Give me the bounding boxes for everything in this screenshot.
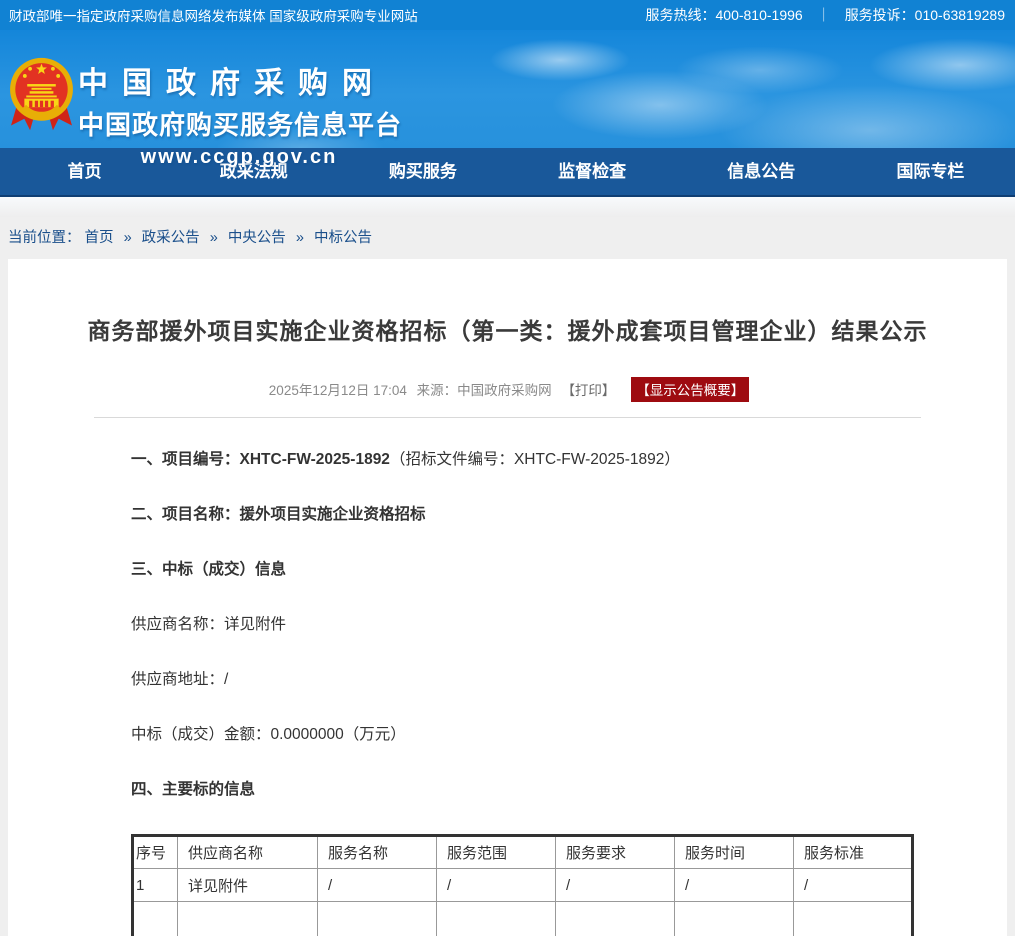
paragraph-award-amount: 中标（成交）金额：0.0000000（万元） <box>131 724 907 746</box>
article-source: 来源：中国政府采购网 <box>417 383 552 398</box>
nav-item-announcements[interactable]: 信息公告 <box>677 148 846 195</box>
breadcrumb-separator: » <box>118 230 138 246</box>
page-title: 商务部援外项目实施企业资格招标（第一类：援外成套项目管理企业）结果公示 <box>8 312 1007 346</box>
national-emblem-icon <box>8 55 75 135</box>
nav-item-international[interactable]: 国际专栏 <box>846 148 1015 195</box>
cell-empty <box>794 902 913 936</box>
table-header-row: 序号 供应商名称 服务名称 服务范围 服务要求 服务时间 服务标准 <box>133 836 913 869</box>
cell-service-standard: / <box>794 869 913 902</box>
paragraph-supplier-name: 供应商名称：详见附件 <box>131 614 907 636</box>
col-header-service-name: 服务名称 <box>318 836 437 869</box>
nav-fade-strip <box>0 197 1015 217</box>
cell-empty <box>556 902 675 936</box>
breadcrumb-item-home[interactable]: 首页 <box>85 230 114 246</box>
breadcrumb-item-award[interactable]: 中标公告 <box>314 230 372 246</box>
cell-service-scope: / <box>437 869 556 902</box>
cell-empty <box>675 902 794 936</box>
site-url: www.ccgp.gov.cn <box>78 146 400 169</box>
cell-index: 1 <box>133 869 178 902</box>
site-name: 中国政府采购网 <box>78 58 400 102</box>
breadcrumb-item-announcements[interactable]: 政采公告 <box>142 230 200 246</box>
article-body: 一、项目编号：XHTC-FW-2025-1892（招标文件编号：XHTC-FW-… <box>8 418 1007 936</box>
cell-empty <box>318 902 437 936</box>
topbar: 财政部唯一指定政府采购信息网络发布媒体 国家级政府采购专业网站 服务热线：400… <box>0 0 1015 30</box>
col-header-supplier: 供应商名称 <box>178 836 318 869</box>
breadcrumb-separator: » <box>204 230 224 246</box>
cell-empty <box>133 902 178 936</box>
cell-service-time: / <box>675 869 794 902</box>
article-container: 商务部援外项目实施企业资格招标（第一类：援外成套项目管理企业）结果公示 2025… <box>8 259 1007 936</box>
col-header-service-requirement: 服务要求 <box>556 836 675 869</box>
service-hotline: 服务热线：400-810-1996 <box>646 5 803 25</box>
site-logo[interactable]: 中国政府采购网 中国政府购买服务信息平台 www.ccgp.gov.cn <box>78 58 400 169</box>
col-header-index: 序号 <box>133 836 178 869</box>
nav-item-supervision[interactable]: 监督检查 <box>508 148 677 195</box>
col-header-service-scope: 服务范围 <box>437 836 556 869</box>
cell-supplier: 详见附件 <box>178 869 318 902</box>
topbar-slogan: 财政部唯一指定政府采购信息网络发布媒体 国家级政府采购专业网站 <box>9 5 418 25</box>
table-row: 1 详见附件 / / / / / <box>133 869 913 902</box>
table-row-empty <box>133 902 913 936</box>
article-meta: 2025年12月12日 17:04 来源：中国政府采购网 【打印】 【显示公告概… <box>8 377 1007 402</box>
show-summary-button[interactable]: 【显示公告概要】 <box>631 377 749 402</box>
paragraph-main-subject-heading: 四、主要标的信息 <box>131 779 907 801</box>
col-header-service-time: 服务时间 <box>675 836 794 869</box>
breadcrumb: 当前位置： 首页 » 政采公告 » 中央公告 » 中标公告 <box>0 217 1015 259</box>
breadcrumb-item-central[interactable]: 中央公告 <box>228 230 286 246</box>
publish-datetime: 2025年12月12日 17:04 <box>269 383 407 398</box>
service-complaint: 服务投诉：010-63819289 <box>845 5 1005 25</box>
cell-service-requirement: / <box>556 869 675 902</box>
breadcrumb-prefix: 当前位置： <box>8 230 81 246</box>
topbar-separator: ｜ <box>803 5 845 25</box>
paragraph-project-name: 二、项目名称：援外项目实施企业资格招标 <box>131 504 907 526</box>
cell-empty <box>178 902 318 936</box>
paragraph-supplier-address: 供应商地址：/ <box>131 669 907 691</box>
topbar-contacts: 服务热线：400-810-1996 ｜ 服务投诉：010-63819289 <box>646 5 1006 25</box>
site-subtitle: 中国政府购买服务信息平台 <box>78 105 400 142</box>
main-subject-table: 序号 供应商名称 服务名称 服务范围 服务要求 服务时间 服务标准 1 详见附件… <box>131 834 914 936</box>
breadcrumb-separator: » <box>290 230 310 246</box>
paragraph-award-info-heading: 三、中标（成交）信息 <box>131 559 907 581</box>
cell-empty <box>437 902 556 936</box>
col-header-service-standard: 服务标准 <box>794 836 913 869</box>
site-banner: 中国政府采购网 中国政府购买服务信息平台 www.ccgp.gov.cn <box>0 30 1015 148</box>
cell-service-name: / <box>318 869 437 902</box>
print-button[interactable]: 【打印】 <box>561 383 615 398</box>
paragraph-project-number: 一、项目编号：XHTC-FW-2025-1892（招标文件编号：XHTC-FW-… <box>131 449 907 471</box>
